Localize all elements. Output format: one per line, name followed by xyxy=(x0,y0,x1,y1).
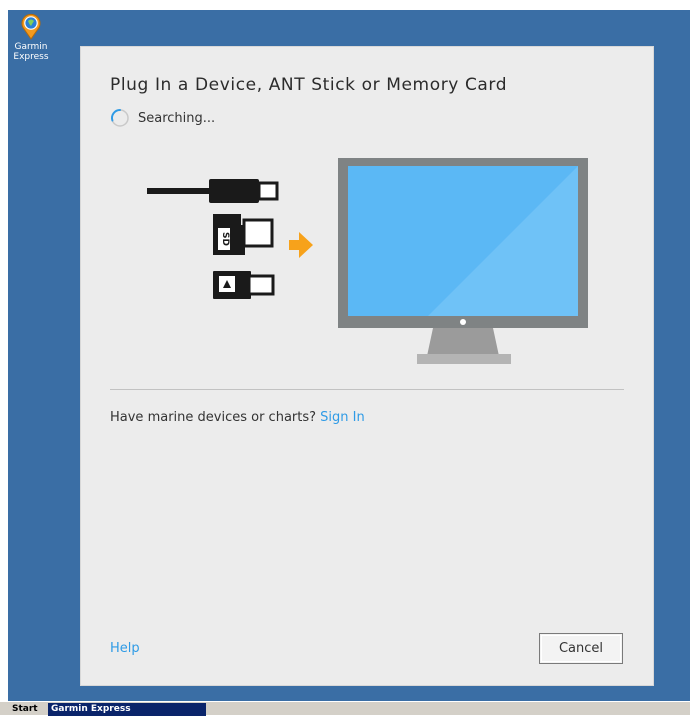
monitor-icon xyxy=(338,158,588,364)
screen-left-edge xyxy=(0,0,8,715)
dialog-title: Plug In a Device, ANT Stick or Memory Ca… xyxy=(110,75,508,95)
ant-stick-icon xyxy=(213,271,275,299)
loading-spinner-icon xyxy=(111,109,129,127)
search-status: Searching... xyxy=(110,107,215,129)
taskbar: Start Garmin Express xyxy=(0,701,690,716)
help-link[interactable]: Help xyxy=(110,641,140,656)
marine-sign-in-row: Have marine devices or charts? Sign In xyxy=(110,410,365,425)
status-text: Searching... xyxy=(138,110,216,126)
usb-cable-icon xyxy=(147,179,279,203)
cancel-button[interactable]: Cancel xyxy=(539,633,623,664)
screen-top-edge xyxy=(0,0,690,10)
sd-card-icon: SD xyxy=(213,214,274,255)
garmin-express-icon xyxy=(21,13,41,40)
connect-device-illustration: SD xyxy=(147,158,588,364)
sign-in-link[interactable]: Sign In xyxy=(320,410,365,425)
garmin-express-dialog: Plug In a Device, ANT Stick or Memory Ca… xyxy=(80,46,654,686)
taskbar-item-garmin-express[interactable]: Garmin Express xyxy=(48,703,206,716)
divider xyxy=(110,389,624,390)
start-button[interactable]: Start xyxy=(8,703,42,715)
marine-prompt-text: Have marine devices or charts? xyxy=(110,410,317,425)
desktop: Garmin Express Plug In a Device, ANT Sti… xyxy=(0,0,690,716)
sd-label: SD xyxy=(220,232,230,246)
desktop-icon-garmin-express[interactable]: Garmin Express xyxy=(8,12,54,76)
desktop-icon-label: Garmin Express xyxy=(13,42,49,62)
arrow-right-icon xyxy=(289,232,313,258)
